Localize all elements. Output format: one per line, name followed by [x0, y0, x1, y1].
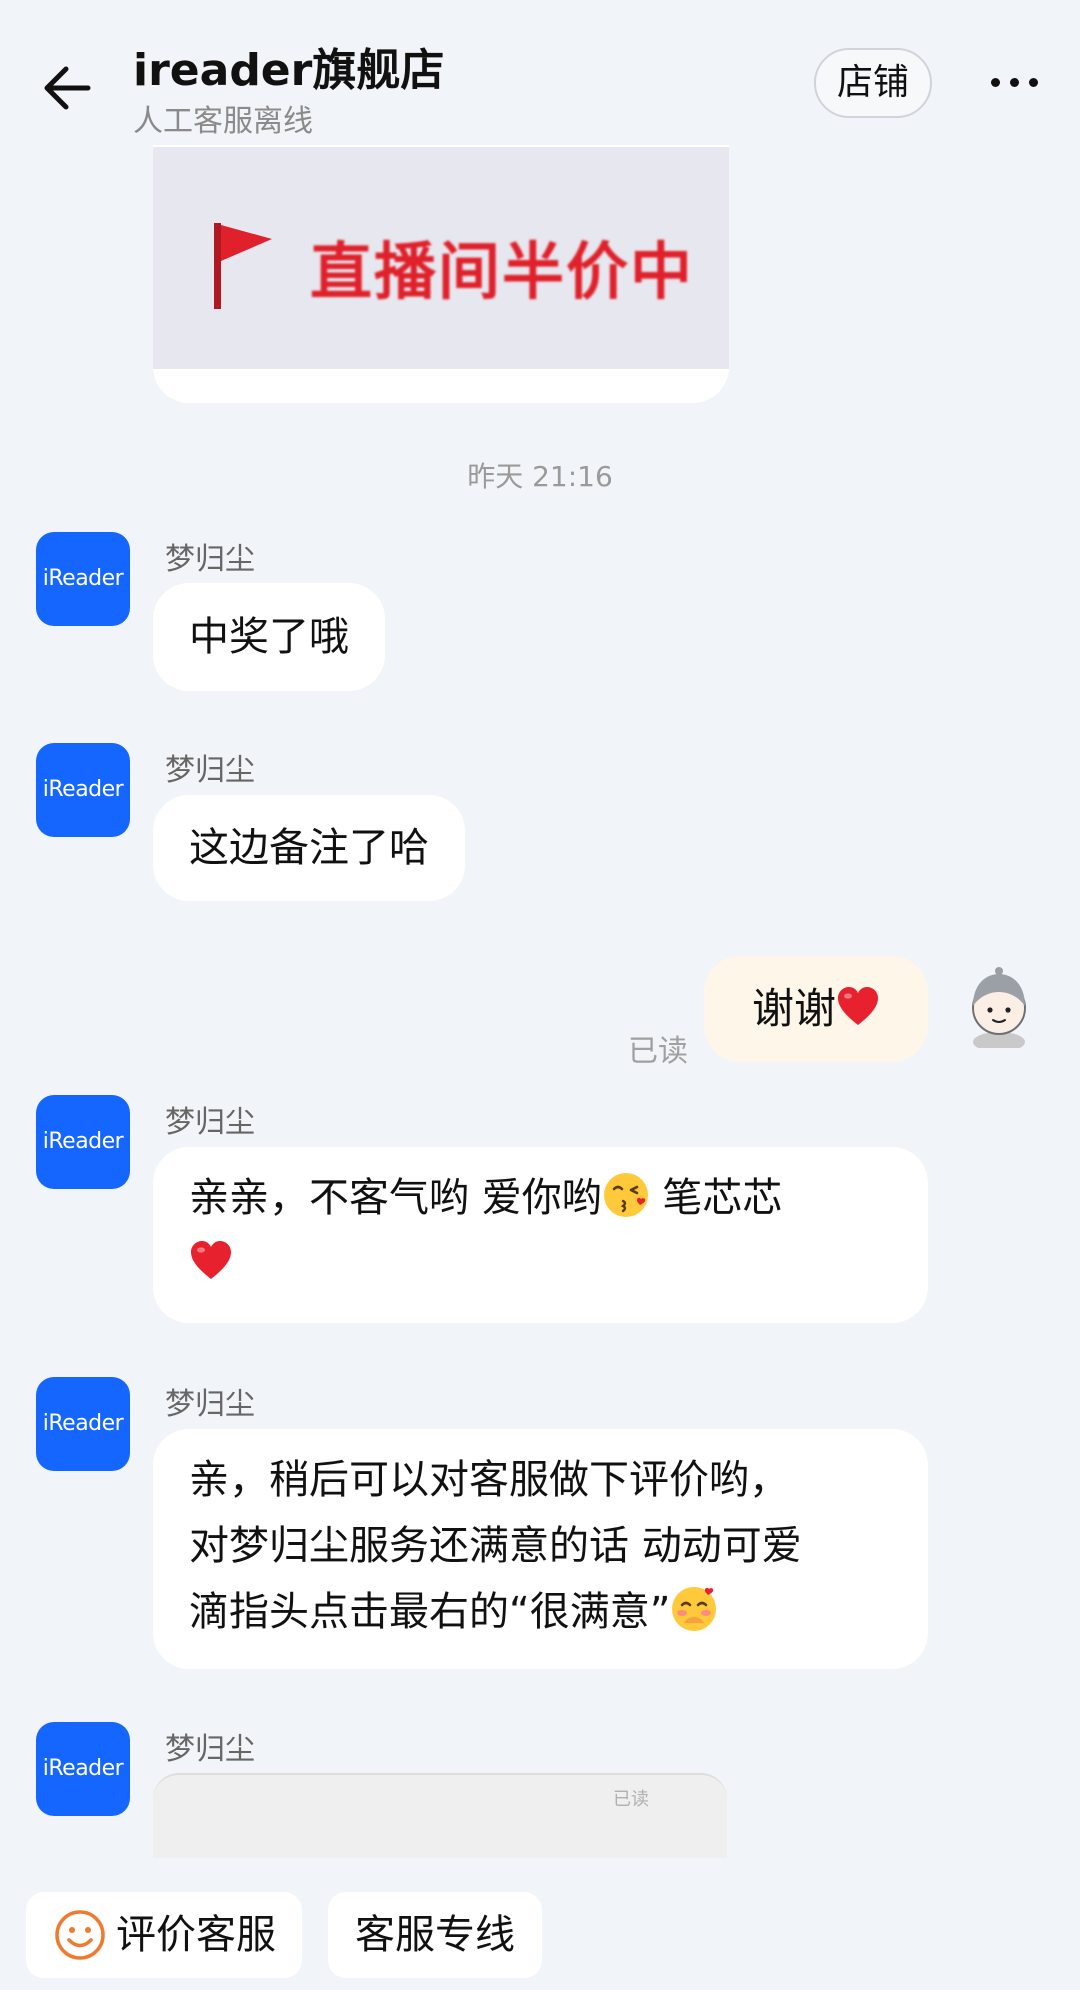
store-button[interactable]: 店铺 [814, 48, 932, 118]
my-message-bubble[interactable]: 谢谢 [704, 956, 928, 1062]
image-message[interactable]: 已读 [153, 1773, 727, 1858]
blush-emoji-icon [672, 1587, 717, 1631]
service-hotline-button[interactable]: 客服专线 [328, 1892, 542, 1978]
shop-name[interactable]: ireader旗舰店 [133, 34, 444, 98]
promo-banner-image: 直播间半价中 [153, 147, 729, 369]
image-read-label: 已读 [613, 1789, 649, 1810]
message-bubble[interactable]: 这边备注了哈 [153, 795, 465, 901]
flag-icon [214, 223, 272, 309]
smile-icon [55, 1910, 105, 1960]
heart-emoji-icon [838, 987, 878, 1025]
user-avatar-icon[interactable] [956, 962, 1042, 1048]
shop-avatar[interactable]: iReader [36, 743, 130, 837]
read-status: 已读 [628, 1034, 688, 1069]
more-dots-icon[interactable] [985, 62, 1045, 102]
shop-avatar[interactable]: iReader [36, 1095, 130, 1189]
service-status: 人工客服离线 [133, 104, 313, 139]
rate-service-button[interactable]: 评价客服 [26, 1892, 302, 1978]
message-bubble[interactable]: 中奖了哦 [153, 583, 385, 691]
shop-avatar[interactable]: iReader [36, 1722, 130, 1816]
quick-action-bar: 评价客服 客服专线 [0, 1860, 1080, 1990]
image-message-card[interactable]: 直播间半价中 [153, 120, 729, 403]
chat-timestamp: 昨天 21:16 [467, 460, 613, 493]
message-bubble[interactable]: 亲，稍后可以对客服做下评价哟， 对梦归尘服务还满意的话 动动可爱 滴指头点击最右… [153, 1429, 928, 1669]
chat-header: ireader旗舰店 人工客服离线 店铺 [0, 0, 1080, 145]
agent-name: 梦归尘 [165, 1387, 255, 1422]
kiss-emoji-icon [603, 1173, 648, 1217]
agent-name: 梦归尘 [165, 542, 255, 577]
shop-avatar[interactable]: iReader [36, 532, 130, 626]
agent-name: 梦归尘 [165, 1732, 255, 1767]
agent-name: 梦归尘 [165, 1105, 255, 1140]
shop-avatar[interactable]: iReader [36, 1377, 130, 1471]
agent-name: 梦归尘 [165, 753, 255, 788]
back-arrow-icon[interactable] [38, 58, 98, 118]
message-bubble[interactable]: 亲亲，不客气哟 爱你哟 笔芯芯 [153, 1147, 928, 1323]
heart-emoji-icon [191, 1241, 231, 1279]
banner-text: 直播间半价中 [310, 235, 695, 308]
